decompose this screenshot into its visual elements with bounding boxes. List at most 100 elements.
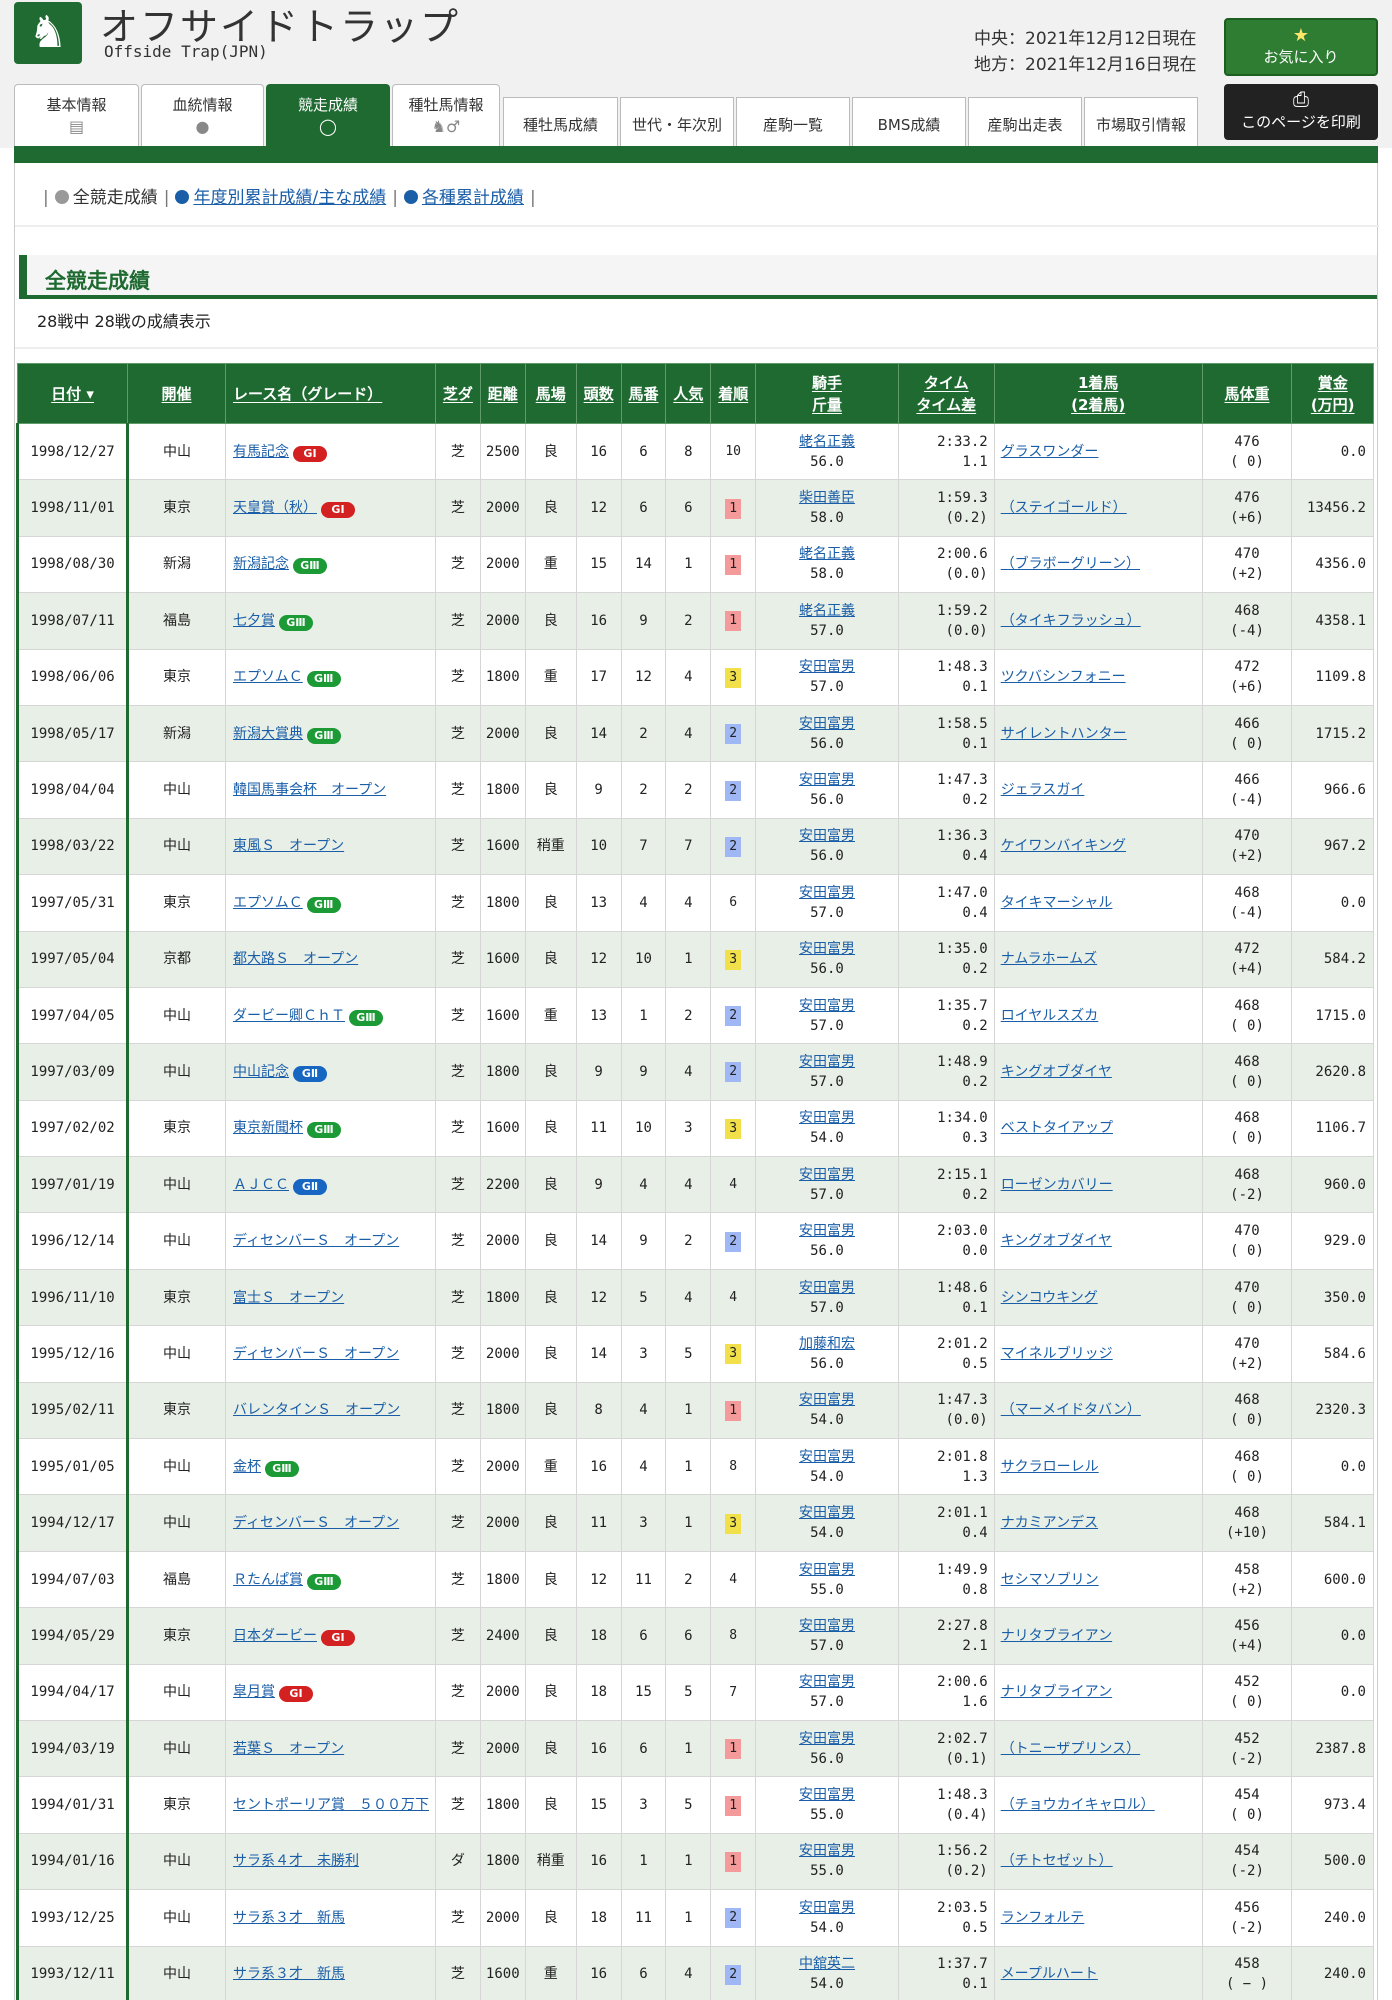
jockey-link[interactable]: 安田富男 bbox=[799, 1392, 855, 1408]
winner-link[interactable]: ランフォルテ bbox=[1001, 1910, 1085, 1926]
tab-stallion-info[interactable]: 種牡馬情報 ♞♂ bbox=[392, 84, 500, 146]
winner-link[interactable]: タイキマーシャル bbox=[1001, 895, 1113, 911]
col-body-weight[interactable]: 馬体重 bbox=[1201, 363, 1293, 424]
race-link[interactable]: 東京新聞杯 bbox=[233, 1120, 303, 1136]
jockey-link[interactable]: 安田富男 bbox=[799, 1674, 855, 1690]
jockey-link[interactable]: 蛯名正義 bbox=[799, 546, 855, 562]
jockey-link[interactable]: 安田富男 bbox=[799, 1731, 855, 1747]
jockey-link[interactable]: 安田富男 bbox=[799, 1167, 855, 1183]
jockey-link[interactable]: 安田富男 bbox=[799, 1054, 855, 1070]
jockey-link[interactable]: 安田富男 bbox=[799, 1787, 855, 1803]
winner-link[interactable]: （ステイゴールド） bbox=[1001, 500, 1127, 516]
subtab-offspring-list[interactable]: 産駒一覧 bbox=[736, 97, 850, 146]
race-link[interactable]: 都大路Ｓ オープン bbox=[233, 951, 358, 967]
tab-race-results[interactable]: 競走成績 ◯ bbox=[266, 84, 390, 146]
winner-link[interactable]: （ブラボーグリーン） bbox=[1001, 556, 1140, 572]
jockey-link[interactable]: 加藤和宏 bbox=[799, 1336, 855, 1352]
winner-link[interactable]: セシマソブリン bbox=[1001, 1572, 1099, 1588]
race-link[interactable]: 新潟大賞典 bbox=[233, 726, 303, 742]
jockey-link[interactable]: 安田富男 bbox=[799, 1223, 855, 1239]
winner-link[interactable]: シンコウキング bbox=[1001, 1290, 1098, 1306]
winner-link[interactable]: ツクバシンフォニー bbox=[1001, 669, 1126, 685]
race-link[interactable]: セントポーリア賞 ５００万下 bbox=[233, 1797, 429, 1813]
jockey-link[interactable]: 安田富男 bbox=[799, 716, 855, 732]
col-place[interactable]: 着順 bbox=[710, 363, 757, 424]
race-link[interactable]: ディセンバーＳ オープン bbox=[233, 1515, 399, 1531]
winner-link[interactable]: ナカミアンデス bbox=[1001, 1515, 1098, 1531]
col-venue[interactable]: 開催 bbox=[127, 363, 226, 424]
race-link[interactable]: サラ系３才 新馬 bbox=[233, 1910, 345, 1926]
race-link[interactable]: 新潟記念 bbox=[233, 556, 289, 572]
winner-link[interactable]: グラスワンダー bbox=[1001, 444, 1099, 460]
jockey-link[interactable]: 安田富男 bbox=[799, 1562, 855, 1578]
col-surface[interactable]: 芝ダ bbox=[435, 363, 481, 424]
winner-link[interactable]: メープルハート bbox=[1001, 1966, 1098, 1982]
race-link[interactable]: 金杯 bbox=[233, 1459, 261, 1475]
winner-link[interactable]: キングオブダイヤ bbox=[1001, 1064, 1112, 1080]
jockey-link[interactable]: 蛯名正義 bbox=[799, 434, 855, 450]
jockey-link[interactable]: 安田富男 bbox=[799, 772, 855, 788]
favorite-button[interactable]: ★ お気に入り bbox=[1224, 18, 1378, 76]
jockey-link[interactable]: 安田富男 bbox=[799, 1843, 855, 1859]
print-button[interactable]: ⎙ このページを印刷 bbox=[1224, 84, 1378, 140]
race-link[interactable]: 日本ダービー bbox=[233, 1628, 317, 1644]
race-link[interactable]: ディセンバーＳ オープン bbox=[233, 1346, 399, 1362]
race-link[interactable]: サラ系３才 新馬 bbox=[233, 1966, 345, 1982]
col-gate[interactable]: 馬番 bbox=[620, 363, 667, 424]
subtab-generation[interactable]: 世代・年次別 bbox=[620, 97, 734, 146]
jockey-link[interactable]: 安田富男 bbox=[799, 1505, 855, 1521]
race-link[interactable]: エプソムＣ bbox=[233, 669, 303, 685]
subtab-market[interactable]: 市場取引情報 bbox=[1084, 97, 1198, 146]
col-runners[interactable]: 頭数 bbox=[575, 363, 622, 424]
jockey-link[interactable]: 安田富男 bbox=[799, 998, 855, 1014]
race-link[interactable]: 有馬記念 bbox=[233, 444, 289, 460]
tab-basic-info[interactable]: 基本情報 ▤ bbox=[14, 84, 139, 146]
race-link[interactable]: 天皇賞（秋） bbox=[233, 500, 317, 516]
jockey-link[interactable]: 柴田善臣 bbox=[799, 490, 855, 506]
col-distance[interactable]: 距離 bbox=[479, 363, 526, 424]
jockey-link[interactable]: 安田富男 bbox=[799, 941, 855, 957]
winner-link[interactable]: （マーメイドタバン） bbox=[1001, 1402, 1141, 1418]
jockey-link[interactable]: 安田富男 bbox=[799, 1900, 855, 1916]
race-link[interactable]: 中山記念 bbox=[233, 1064, 289, 1080]
subtab-bms[interactable]: BMS成績 bbox=[852, 97, 966, 146]
race-link[interactable]: ディセンバーＳ オープン bbox=[233, 1233, 399, 1249]
jockey-link[interactable]: 安田富男 bbox=[799, 1280, 855, 1296]
col-prize[interactable]: 賞金 (万円) bbox=[1291, 363, 1374, 424]
winner-link[interactable]: （チョウカイキャロル） bbox=[1001, 1797, 1155, 1813]
jockey-link[interactable]: 安田富男 bbox=[799, 659, 855, 675]
winner-link[interactable]: サイレントハンター bbox=[1001, 726, 1127, 742]
winner-link[interactable]: マイネルブリッジ bbox=[1001, 1346, 1113, 1362]
race-link[interactable]: 東風Ｓ オープン bbox=[233, 838, 344, 854]
subtab-offspring-entries[interactable]: 産駒出走表 bbox=[968, 97, 1082, 146]
jockey-link[interactable]: 蛯名正義 bbox=[799, 603, 855, 619]
winner-link[interactable]: サクラローレル bbox=[1001, 1459, 1099, 1475]
race-link[interactable]: サラ系４才 未勝利 bbox=[233, 1853, 359, 1869]
col-popularity[interactable]: 人気 bbox=[665, 363, 712, 424]
col-winner[interactable]: 1着馬 (2着馬) bbox=[993, 363, 1203, 424]
col-going[interactable]: 馬場 bbox=[524, 363, 577, 424]
race-link[interactable]: ダービー卿ＣｈＴ bbox=[233, 1008, 345, 1024]
race-link[interactable]: 皐月賞 bbox=[233, 1684, 275, 1700]
winner-link[interactable]: （トニーザプリンス） bbox=[1001, 1741, 1140, 1757]
winner-link[interactable]: ナムラホームズ bbox=[1001, 951, 1097, 967]
winner-link[interactable]: ジェラスガイ bbox=[1001, 782, 1085, 798]
race-link[interactable]: Ｒたんぱ賞 bbox=[233, 1572, 303, 1588]
jockey-link[interactable]: 安田富男 bbox=[799, 885, 855, 901]
col-time[interactable]: タイム タイム差 bbox=[897, 363, 995, 424]
jockey-link[interactable]: 安田富男 bbox=[799, 1110, 855, 1126]
winner-link[interactable]: ナリタブライアン bbox=[1001, 1684, 1112, 1700]
winner-link[interactable]: ロイヤルスズカ bbox=[1001, 1008, 1099, 1024]
subtab-stallion-results[interactable]: 種牡馬成績 bbox=[503, 97, 618, 146]
nav-yearly-link[interactable]: 年度別累計成績/主な成績 bbox=[193, 188, 386, 208]
col-race[interactable]: レース名（グレード） bbox=[224, 363, 437, 424]
race-link[interactable]: 富士Ｓ オープン bbox=[233, 1290, 344, 1306]
winner-link[interactable]: キングオブダイヤ bbox=[1001, 1233, 1112, 1249]
winner-link[interactable]: ナリタブライアン bbox=[1001, 1628, 1112, 1644]
jockey-link[interactable]: 安田富男 bbox=[799, 1449, 855, 1465]
nav-cumulative-link[interactable]: 各種累計成績 bbox=[422, 188, 524, 208]
race-link[interactable]: 若葉Ｓ オープン bbox=[233, 1741, 344, 1757]
winner-link[interactable]: ローゼンカバリー bbox=[1001, 1177, 1113, 1193]
race-link[interactable]: ＡＪＣＣ bbox=[233, 1177, 289, 1193]
col-date[interactable]: 日付 ▾ bbox=[16, 363, 129, 424]
